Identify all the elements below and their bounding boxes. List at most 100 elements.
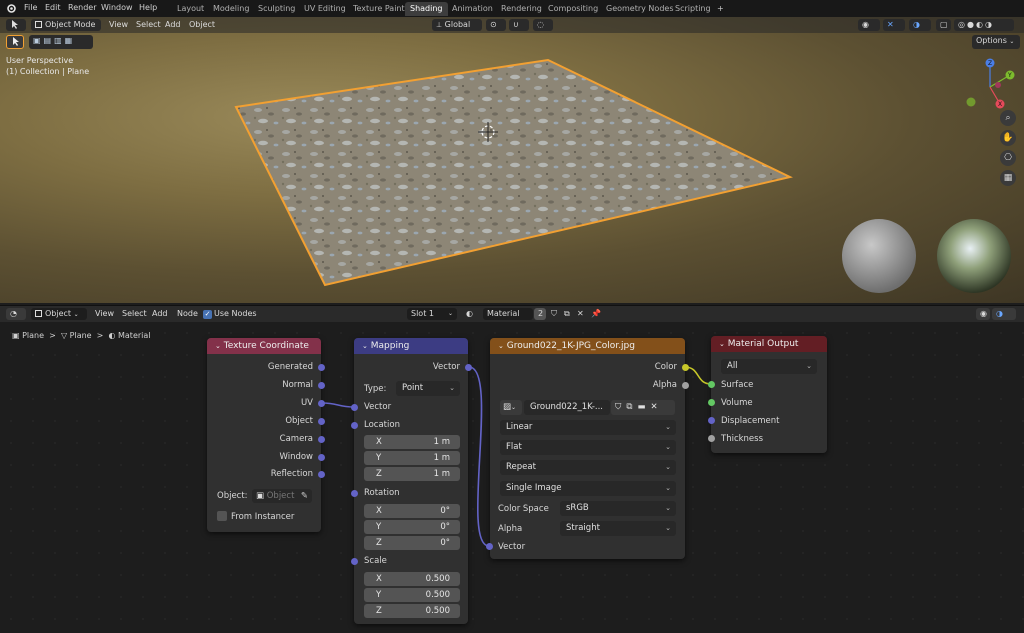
socket-alpha[interactable] <box>682 382 689 389</box>
target-dropdown[interactable]: All ⌄ <box>721 359 817 374</box>
tab-shading[interactable]: Shading <box>405 2 448 16</box>
zoom-icon[interactable]: ⌕ <box>1000 110 1016 126</box>
material-users-count[interactable]: 2 <box>534 308 546 320</box>
menu-add[interactable]: Add <box>165 20 181 29</box>
socket-image-in-vector[interactable] <box>486 543 493 550</box>
node-header[interactable]: ⌄ Mapping <box>354 338 468 354</box>
overlays-toggle[interactable]: ◑ <box>909 19 931 31</box>
shield-icon[interactable]: ⛉ <box>615 402 626 412</box>
image-name-field[interactable]: Ground022_1K-... <box>524 400 610 415</box>
socket-surface[interactable] <box>708 381 715 388</box>
snap-toggle[interactable]: ∪ <box>509 19 529 31</box>
unlink-material-button[interactable]: ✕ <box>573 308 584 320</box>
socket-mapping-in-vector[interactable] <box>351 404 358 411</box>
close-icon[interactable]: ✕ <box>651 402 663 412</box>
transform-orientation-dropdown[interactable]: ⊥ Global <box>432 19 482 31</box>
duplicate-icon[interactable]: ⧉ <box>626 402 637 412</box>
pivot-dropdown[interactable]: ⊙ <box>486 19 506 31</box>
material-output-node[interactable]: ⌄ Material Output All ⌄ Surface Volume Di… <box>711 336 827 453</box>
interpolation-dropdown[interactable]: Linear ⌄ <box>500 420 676 435</box>
location-z-field[interactable]: Z 1 m <box>364 467 460 481</box>
projection-dropdown[interactable]: Flat ⌄ <box>500 440 676 455</box>
image-browse-button[interactable]: ▨⌄ <box>500 400 522 415</box>
extension-dropdown[interactable]: Repeat ⌄ <box>500 460 676 475</box>
menu-window[interactable]: Window <box>101 3 133 12</box>
mapping-type-dropdown[interactable]: Point ⌄ <box>396 381 460 396</box>
tab-modeling[interactable]: Modeling <box>208 2 254 16</box>
shader-type-dropdown[interactable]: Object ⌄ <box>31 308 87 320</box>
gizmo-toggle[interactable]: ✕ <box>883 19 905 31</box>
socket-thickness[interactable] <box>708 435 715 442</box>
mode-dropdown[interactable]: Object Mode ⌄ <box>31 19 101 41</box>
slot-dropdown[interactable]: Slot 1 ⌄ <box>407 308 457 320</box>
node-header[interactable]: ⌄ Material Output <box>711 336 827 352</box>
xray-toggle[interactable]: ▢ <box>936 19 951 31</box>
tab-layout[interactable]: Layout <box>172 2 209 16</box>
ne-menu-node[interactable]: Node <box>177 309 198 318</box>
ne-visibility-toggle[interactable]: ◉ <box>976 308 990 320</box>
scale-x-field[interactable]: X 0.500 <box>364 572 460 586</box>
material-browse-button[interactable]: ◐ <box>462 308 482 320</box>
eyedropper-icon[interactable]: ✎ <box>301 489 308 503</box>
from-instancer-checkbox[interactable] <box>217 511 227 521</box>
socket-location[interactable] <box>351 422 358 429</box>
duplicate-material-button[interactable]: ⧉ <box>560 308 572 320</box>
3d-viewport[interactable]: Z Y X Object Mode ⌄ View Select Add Obje… <box>0 17 1024 303</box>
rotation-z-field[interactable]: Z 0° <box>364 536 460 550</box>
socket-displacement[interactable] <box>708 417 715 424</box>
options-dropdown[interactable]: Options ⌄ <box>972 35 1020 49</box>
socket-rotation[interactable] <box>351 490 358 497</box>
blender-logo-icon[interactable] <box>6 3 16 13</box>
scale-z-field[interactable]: Z 0.500 <box>364 604 460 618</box>
menu-view[interactable]: View <box>109 20 128 29</box>
socket-uv[interactable] <box>318 400 325 407</box>
scale-y-field[interactable]: Y 0.500 <box>364 588 460 602</box>
tab-texture-paint[interactable]: Texture Paint <box>348 2 410 16</box>
location-x-field[interactable]: X 1 m <box>364 435 460 449</box>
mapping-node[interactable]: ⌄ Mapping Vector Type: Point ⌄ Vector Loc… <box>354 338 468 624</box>
socket-color[interactable] <box>682 364 689 371</box>
fake-user-button[interactable]: ⛉ <box>547 308 558 320</box>
add-workspace-button[interactable]: + <box>712 2 729 16</box>
ne-overlays-toggle[interactable]: ◑ <box>992 308 1016 320</box>
menu-file[interactable]: File <box>24 3 37 12</box>
visibility-dropdown[interactable]: ◉ <box>858 19 880 31</box>
image-texture-node[interactable]: ⌄ Ground022_1K-JPG_Color.jpg Color Alpha… <box>490 338 685 559</box>
node-editor-type-button[interactable]: ◔ <box>6 308 26 320</box>
rotation-x-field[interactable]: X 0° <box>364 504 460 518</box>
node-header[interactable]: ⌄ Texture Coordinate <box>207 338 321 354</box>
object-picker-field[interactable]: ▣ Object ✎ <box>252 489 312 503</box>
tab-rendering[interactable]: Rendering <box>496 2 547 16</box>
use-nodes-checkbox[interactable]: ✓ <box>203 310 212 319</box>
menu-edit[interactable]: Edit <box>45 3 61 12</box>
tab-geometry-nodes[interactable]: Geometry Nodes <box>601 2 678 16</box>
tab-compositing[interactable]: Compositing <box>543 2 603 16</box>
editor-type-button[interactable] <box>6 19 26 31</box>
folder-icon[interactable]: ▬ <box>637 402 650 412</box>
socket-window[interactable] <box>318 454 325 461</box>
texture-coordinate-node[interactable]: ⌄ Texture Coordinate Generated Normal UV… <box>207 338 321 532</box>
camera-view-icon[interactable]: ⎔ <box>1000 150 1016 166</box>
perspective-toggle-icon[interactable]: ▦ <box>1000 170 1016 186</box>
location-y-field[interactable]: Y 1 m <box>364 451 460 465</box>
socket-object[interactable] <box>318 418 325 425</box>
node-editor-canvas[interactable]: ▣ Plane > ▽ Plane > ◐ Material ⌄ Texture… <box>0 322 1024 633</box>
material-name-field[interactable]: Material <box>483 308 533 320</box>
ne-menu-view[interactable]: View <box>95 309 114 318</box>
menu-render[interactable]: Render <box>68 3 96 12</box>
socket-camera[interactable] <box>318 436 325 443</box>
tab-sculpting[interactable]: Sculpting <box>253 2 300 16</box>
select-tool-button[interactable] <box>6 35 24 49</box>
menu-help[interactable]: Help <box>139 3 157 12</box>
rotation-y-field[interactable]: Y 0° <box>364 520 460 534</box>
tab-animation[interactable]: Animation <box>447 2 498 16</box>
tab-uv-editing[interactable]: UV Editing <box>299 2 351 16</box>
tab-scripting[interactable]: Scripting <box>670 2 716 16</box>
menu-object[interactable]: Object <box>189 20 215 29</box>
source-dropdown[interactable]: Single Image ⌄ <box>500 481 676 496</box>
socket-volume[interactable] <box>708 399 715 406</box>
socket-generated[interactable] <box>318 364 325 371</box>
menu-select[interactable]: Select <box>136 20 161 29</box>
colorspace-dropdown[interactable]: sRGB ⌄ <box>560 501 676 516</box>
alpha-mode-dropdown[interactable]: Straight ⌄ <box>560 521 676 536</box>
